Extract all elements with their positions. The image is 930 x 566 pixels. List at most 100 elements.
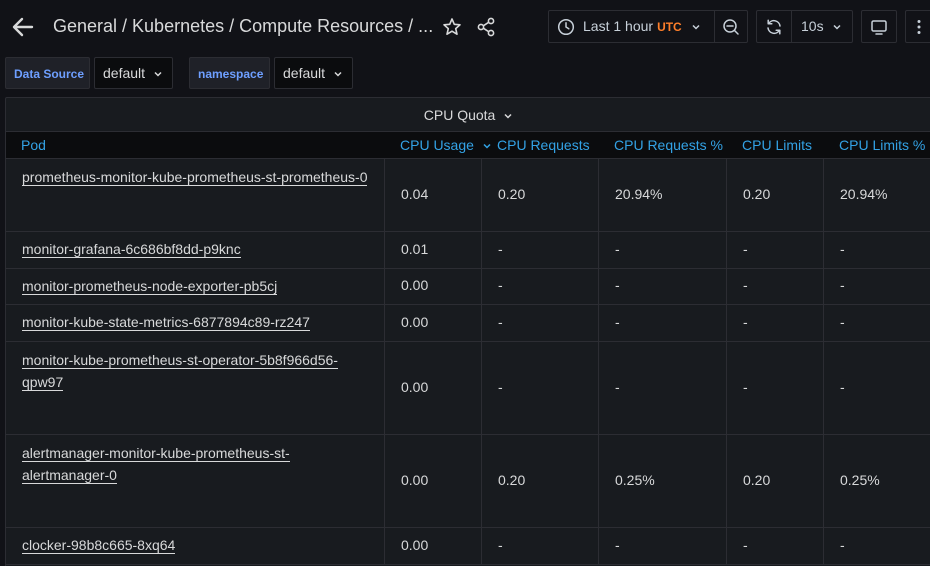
cpu-requests-pct-cell: - bbox=[599, 232, 727, 268]
star-icon[interactable] bbox=[441, 14, 463, 40]
chevron-down-icon[interactable] bbox=[832, 22, 842, 32]
divider bbox=[714, 11, 715, 42]
cpu-limits-cell: - bbox=[727, 269, 824, 304]
pod-name: alertmanager-0 bbox=[22, 467, 117, 484]
pod-cell: monitor-kube-prometheus-st-operator-5b8f… bbox=[6, 342, 385, 434]
chevron-down-icon bbox=[503, 111, 513, 121]
pod-link[interactable]: monitor-kube-prometheus-st-operator-5b8f… bbox=[22, 349, 338, 393]
column-header-cpu-limits-pct[interactable]: CPU Limits % bbox=[839, 137, 925, 153]
pod-cell: alertmanager-monitor-kube-prometheus-st-… bbox=[6, 435, 385, 527]
pod-cell: monitor-grafana-6c686bf8dd-p9knc bbox=[6, 232, 385, 268]
breadcrumb[interactable]: General / Kubernetes / Compute Resources… bbox=[53, 16, 433, 37]
refresh-picker: 10s bbox=[756, 10, 853, 43]
cpu-limits-cell: - bbox=[727, 305, 824, 341]
cpu-requests-pct-value: - bbox=[615, 314, 620, 330]
pod-cell: clocker-98b8c665-8xq64 bbox=[6, 528, 385, 564]
cpu-usage-cell: 0.01 bbox=[385, 232, 482, 268]
divider bbox=[791, 11, 792, 42]
cpu-limits-cell: - bbox=[727, 342, 824, 434]
refresh-interval-button[interactable]: 10s bbox=[801, 18, 824, 34]
table-header: Pod CPU Usage CPU Requests CPU Requests … bbox=[6, 131, 930, 159]
cpu-usage-cell: 0.04 bbox=[385, 159, 482, 231]
cpu-requests-pct-value: 20.94% bbox=[615, 186, 663, 202]
pod-link[interactable]: monitor-grafana-6c686bf8dd-p9knc bbox=[22, 238, 241, 260]
cpu-limits-cell: 0.20 bbox=[727, 435, 824, 527]
cpu-usage-value: 0.00 bbox=[401, 277, 429, 293]
table-row: prometheus-monitor-kube-prometheus-st-pr… bbox=[6, 159, 930, 232]
more-button[interactable] bbox=[905, 10, 930, 43]
table-row: clocker-98b8c665-8xq64 0.00 - - - - bbox=[6, 528, 930, 565]
cpu-limits-pct-value: - bbox=[840, 241, 845, 257]
cpu-usage-value: 0.00 bbox=[401, 537, 429, 553]
column-header-cpu-usage[interactable]: CPU Usage bbox=[400, 137, 492, 153]
back-arrow-icon[interactable] bbox=[10, 15, 36, 39]
clock-icon[interactable] bbox=[557, 18, 575, 36]
cpu-usage-value: 0.00 bbox=[401, 314, 429, 330]
cpu-usage-value: 0.00 bbox=[401, 379, 429, 395]
cpu-limits-pct-cell: - bbox=[824, 342, 930, 434]
share-icon[interactable] bbox=[475, 14, 497, 40]
cpu-requests-pct-value: 0.25% bbox=[615, 472, 655, 488]
dashboard-navbar: General / Kubernetes / Compute Resources… bbox=[0, 0, 930, 54]
pod-cell: monitor-kube-state-metrics-6877894c89-rz… bbox=[6, 305, 385, 341]
namespace-value: default bbox=[283, 65, 326, 81]
chevron-down-icon[interactable] bbox=[691, 22, 701, 32]
cpu-usage-cell: 0.00 bbox=[385, 305, 482, 341]
table-row: alertmanager-monitor-kube-prometheus-st-… bbox=[6, 435, 930, 528]
pod-name: monitor-kube-prometheus-st-operator-5b8f… bbox=[22, 352, 338, 369]
cpu-usage-value: 0.01 bbox=[401, 241, 429, 257]
cpu-limits-value: - bbox=[743, 241, 748, 257]
tv-icon bbox=[870, 18, 888, 36]
zoom-out-icon[interactable] bbox=[722, 18, 740, 36]
cpu-requests-cell: 0.20 bbox=[482, 435, 599, 527]
chevron-down-icon bbox=[153, 69, 163, 79]
cpu-limits-pct-value: 0.25% bbox=[840, 472, 880, 488]
cpu-requests-value: 0.20 bbox=[498, 472, 526, 488]
cpu-usage-cell: 0.00 bbox=[385, 528, 482, 564]
pod-link[interactable]: alertmanager-monitor-kube-prometheus-st-… bbox=[22, 442, 290, 486]
cpu-limits-pct-cell: 0.25% bbox=[824, 435, 930, 527]
cpu-limits-pct-cell: - bbox=[824, 305, 930, 341]
chevron-down-icon bbox=[333, 69, 343, 79]
panel-title: CPU Quota bbox=[423, 107, 496, 123]
column-header-pod[interactable]: Pod bbox=[21, 137, 46, 153]
pod-cell: prometheus-monitor-kube-prometheus-st-pr… bbox=[6, 159, 385, 231]
cpu-usage-value: 0.00 bbox=[401, 472, 429, 488]
cpu-requests-value: - bbox=[498, 241, 503, 257]
cpu-requests-value: - bbox=[498, 314, 503, 330]
cpu-requests-cell: - bbox=[482, 528, 599, 564]
table-row: monitor-kube-prometheus-st-operator-5b8f… bbox=[6, 342, 930, 435]
pod-name: clocker-98b8c665-8xq64 bbox=[22, 537, 176, 554]
column-header-cpu-requests[interactable]: CPU Requests bbox=[497, 137, 590, 153]
cpu-requests-pct-value: - bbox=[615, 241, 620, 257]
cpu-limits-value: - bbox=[743, 537, 748, 553]
tv-mode-button[interactable] bbox=[861, 10, 897, 43]
cpu-limits-value: - bbox=[743, 277, 748, 293]
pod-link[interactable]: clocker-98b8c665-8xq64 bbox=[22, 534, 176, 556]
time-range-button[interactable]: Last 1 hour UTC bbox=[583, 18, 682, 34]
column-header-cpu-requests-pct[interactable]: CPU Requests % bbox=[614, 137, 723, 153]
refresh-icon[interactable] bbox=[765, 18, 783, 36]
cpu-usage-cell: 0.00 bbox=[385, 342, 482, 434]
cpu-requests-value: - bbox=[498, 379, 503, 395]
table-row: monitor-prometheus-node-exporter-pb5cj 0.… bbox=[6, 269, 930, 305]
pod-name: prometheus-monitor-kube-prometheus-st-pr… bbox=[22, 169, 368, 186]
pod-link[interactable]: monitor-prometheus-node-exporter-pb5cj bbox=[22, 275, 278, 297]
column-header-cpu-limits[interactable]: CPU Limits bbox=[742, 137, 812, 153]
cpu-limits-cell: 0.20 bbox=[727, 159, 824, 231]
cpu-quota-panel: CPU Quota Pod CPU Usage CPU Requests CPU… bbox=[5, 97, 930, 566]
pod-name: monitor-grafana-6c686bf8dd-p9knc bbox=[22, 241, 241, 258]
cpu-requests-pct-cell: 0.25% bbox=[599, 435, 727, 527]
pod-name: alertmanager-monitor-kube-prometheus-st- bbox=[22, 445, 290, 462]
sort-descending-icon bbox=[482, 141, 492, 151]
pod-link[interactable]: monitor-kube-state-metrics-6877894c89-rz… bbox=[22, 311, 310, 333]
data-source-select[interactable]: default bbox=[94, 57, 173, 89]
cpu-requests-pct-value: - bbox=[615, 537, 620, 553]
cpu-requests-value: - bbox=[498, 537, 503, 553]
cpu-limits-pct-value: 20.94% bbox=[840, 186, 888, 202]
cpu-requests-pct-cell: - bbox=[599, 269, 727, 304]
cpu-requests-cell: - bbox=[482, 305, 599, 341]
panel-header[interactable]: CPU Quota bbox=[6, 98, 930, 131]
namespace-select[interactable]: default bbox=[274, 57, 353, 89]
pod-link[interactable]: prometheus-monitor-kube-prometheus-st-pr… bbox=[22, 166, 368, 188]
